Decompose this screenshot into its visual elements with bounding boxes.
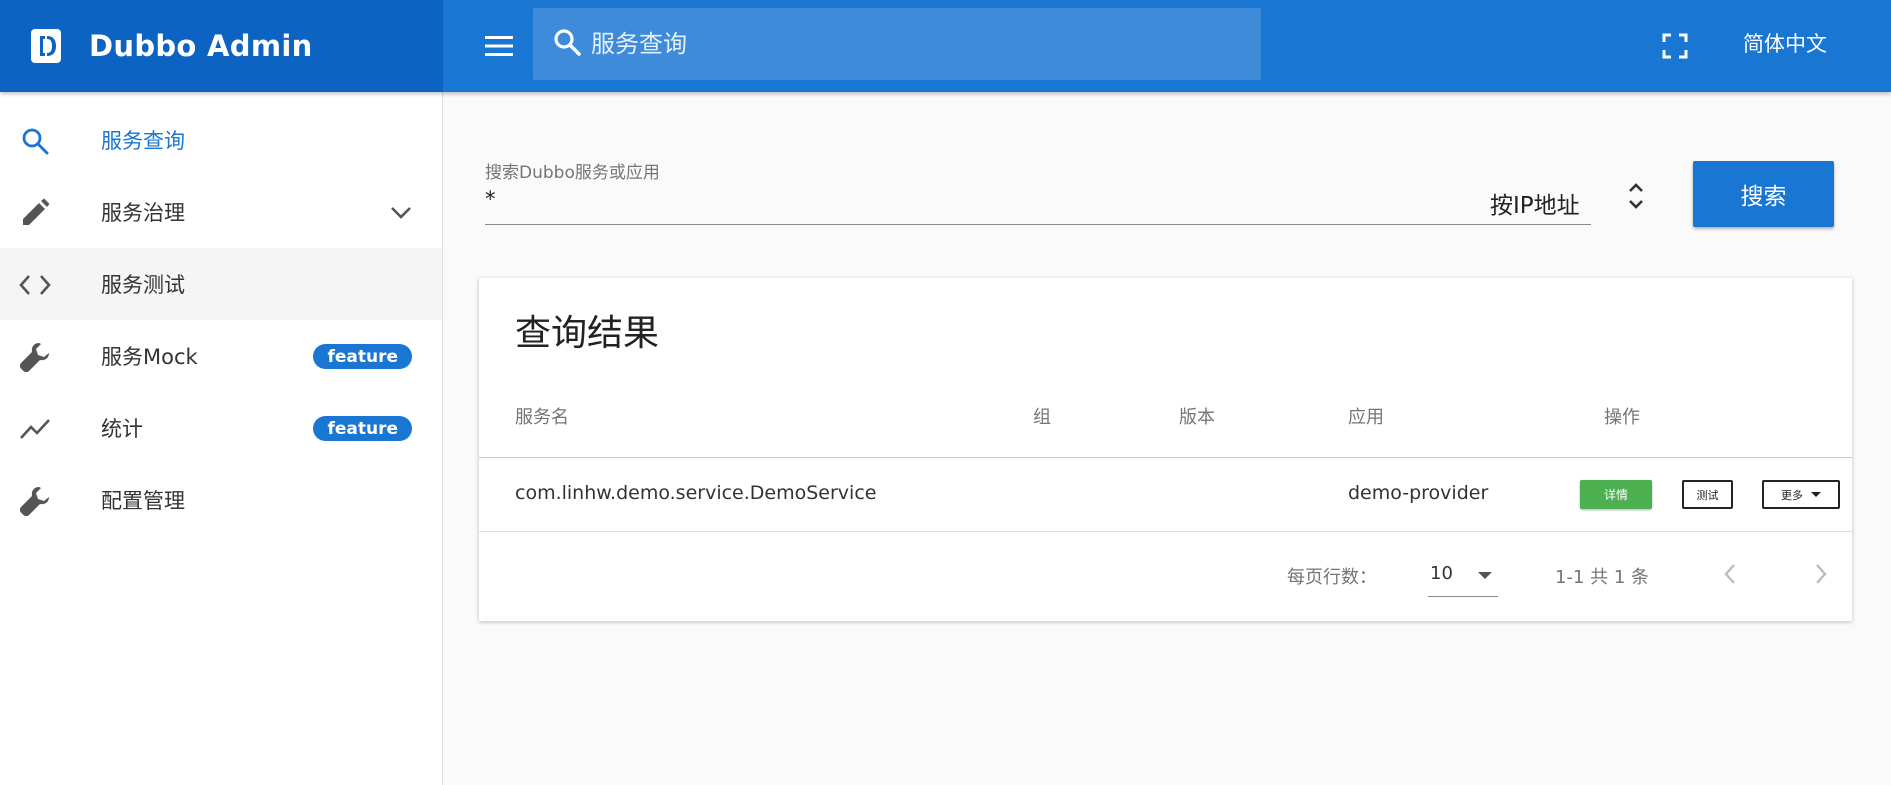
top-search-input[interactable] xyxy=(591,30,1231,58)
chevron-left-icon[interactable] xyxy=(1716,560,1744,588)
results-title: 查询结果 xyxy=(515,313,660,354)
sidebar-item-label: 服务查询 xyxy=(101,129,185,153)
sidebar-item-label: 服务治理 xyxy=(101,201,185,225)
sidebar-item-service-mock[interactable]: 服务Mock feature xyxy=(0,320,442,392)
pagination-range: 1-1 共 1 条 xyxy=(1555,567,1650,588)
feature-badge: feature xyxy=(313,416,412,441)
sidebar: 服务查询 服务治理 服务测试 服务Mock feature 统计 feature… xyxy=(0,92,443,785)
caret-down-icon xyxy=(1478,572,1492,579)
code-icon xyxy=(18,268,52,302)
app-bar: 简体中文 xyxy=(443,0,1891,92)
test-button[interactable]: 测试 xyxy=(1682,480,1733,509)
more-button[interactable]: 更多 xyxy=(1762,480,1840,509)
search-input[interactable] xyxy=(485,183,1385,211)
wrench-icon xyxy=(18,340,52,374)
column-header-app[interactable]: 应用 xyxy=(1348,403,1384,429)
feature-badge: feature xyxy=(313,344,412,369)
column-header-group[interactable]: 组 xyxy=(1033,403,1051,429)
sidebar-item-config-management[interactable]: 配置管理 xyxy=(0,464,442,536)
detail-button[interactable]: 详情 xyxy=(1580,480,1652,509)
top-bar: Dubbo Admin 服务查询 简体中文 xyxy=(0,0,1891,92)
search-icon xyxy=(18,124,52,158)
sidebar-item-service-test[interactable]: 服务测试 xyxy=(0,248,442,320)
dubbo-logo-icon xyxy=(30,28,62,64)
app-cell: demo-provider xyxy=(1348,482,1489,504)
column-header-actions: 操作 xyxy=(1604,407,1640,428)
unfold-more-icon[interactable] xyxy=(1622,178,1650,214)
search-filter-select[interactable]: 按IP地址 xyxy=(1490,186,1580,220)
pencil-icon xyxy=(18,196,52,230)
column-header-version[interactable]: 版本 xyxy=(1179,403,1215,429)
language-switch-button[interactable]: 简体中文 xyxy=(1743,28,1827,58)
service-name-cell: com.linhw.demo.service.DemoService xyxy=(515,482,877,504)
chevron-down-icon[interactable] xyxy=(388,200,414,226)
search-button[interactable]: 搜索 xyxy=(1693,161,1834,227)
rows-per-page-select[interactable]: 10 xyxy=(1428,553,1498,597)
rows-per-page-value: 10 xyxy=(1430,563,1453,584)
search-field[interactable] xyxy=(485,183,1591,225)
sidebar-item-label: 服务Mock xyxy=(101,345,198,369)
wrench-icon xyxy=(18,484,52,518)
caret-down-icon xyxy=(1811,492,1821,497)
brand: Dubbo Admin xyxy=(0,0,443,92)
app-title: Dubbo Admin xyxy=(89,29,313,63)
chevron-right-icon[interactable] xyxy=(1807,560,1835,588)
results-card: 查询结果 服务名 组 版本 应用 操作 com.linhw.demo.servi… xyxy=(479,278,1852,621)
fullscreen-icon[interactable] xyxy=(1659,30,1691,62)
sidebar-item-label: 配置管理 xyxy=(101,489,185,513)
sidebar-item-statistics[interactable]: 统计 feature xyxy=(0,392,442,464)
menu-icon[interactable] xyxy=(481,28,517,64)
column-header-service[interactable]: 服务名 xyxy=(515,403,569,429)
sidebar-item-label: 服务测试 xyxy=(101,273,185,297)
table-header-divider xyxy=(479,457,1852,458)
sidebar-item-label: 统计 xyxy=(101,417,143,441)
top-search-box[interactable] xyxy=(533,8,1261,80)
sidebar-item-service-governance[interactable]: 服务治理 xyxy=(0,176,442,248)
search-icon xyxy=(553,28,581,60)
more-button-label: 更多 xyxy=(1781,488,1803,502)
sidebar-item-service-query[interactable]: 服务查询 xyxy=(0,104,442,176)
rows-per-page-label: 每页行数： xyxy=(1287,567,1377,588)
trending-up-icon xyxy=(18,412,52,446)
table-row-divider xyxy=(479,531,1852,532)
search-field-label: 搜索Dubbo服务或应用 xyxy=(485,163,660,183)
